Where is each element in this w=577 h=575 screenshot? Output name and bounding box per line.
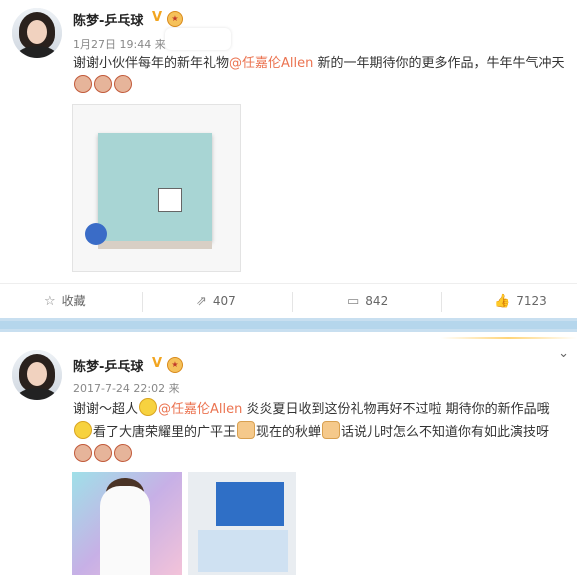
thumbs-up-emoji-icon: [237, 421, 256, 439]
ox-emoji-icon: [94, 75, 112, 93]
favorite-button[interactable]: ☆ 收藏: [44, 284, 86, 319]
verified-badge: V: [152, 356, 163, 371]
post-timestamp[interactable]: 2017-7-24 22:02 来: [73, 380, 180, 396]
comment-button[interactable]: ▭ 842: [347, 284, 388, 319]
thumbs-up-emoji-icon: [322, 421, 341, 439]
avatar[interactable]: [12, 350, 62, 400]
verified-badge: V: [152, 10, 163, 25]
author-name[interactable]: 陈梦-乒乓球: [73, 10, 143, 29]
weibo-post: 陈梦-乒乓球 V ★ 1月27日 19:44 来 谢谢小伙伴每年的新年礼物@任嘉…: [0, 0, 577, 318]
card-decoration: [440, 337, 577, 339]
medal-icon: ★: [167, 357, 183, 373]
thumbs-up-icon: 👍: [494, 294, 511, 309]
post-divider: [0, 318, 577, 332]
ox-emoji-icon: [114, 75, 132, 93]
post-text: 谢谢小伙伴每年的新年礼物@任嘉伦Allen 新的一年期待你的更多作品，牛年牛气冲…: [73, 52, 568, 98]
post-image[interactable]: [72, 104, 241, 272]
emoji-icon: [74, 444, 92, 462]
avatar[interactable]: [12, 8, 62, 58]
mention-link[interactable]: @任嘉伦Allen: [229, 56, 313, 71]
star-icon: ☆: [44, 294, 56, 309]
medal-icon: ★: [167, 11, 183, 27]
emoji-icon: [114, 444, 132, 462]
repost-button[interactable]: ⇗ 407: [196, 284, 236, 319]
post-image[interactable]: [72, 472, 182, 575]
laugh-emoji-icon: [139, 398, 158, 416]
post-action-bar: ☆ 收藏 ⇗ 407 ▭ 842 👍 7123: [0, 283, 577, 319]
post-timestamp[interactable]: 1月27日 19:44 来: [73, 36, 166, 52]
like-button[interactable]: 👍 7123: [494, 284, 547, 319]
author-name[interactable]: 陈梦-乒乓球: [73, 356, 143, 375]
ox-emoji-icon: [74, 75, 92, 93]
redaction-mark: [165, 28, 231, 50]
post-text: 谢谢～超人 @任嘉伦Allen 炎炎夏日收到这份礼物再好不过啦 期待你的新作品哦看…: [73, 398, 568, 467]
chevron-down-icon[interactable]: ⌄: [558, 346, 569, 361]
emoji-icon: [94, 444, 112, 462]
mention-link[interactable]: @任嘉伦Allen: [158, 402, 242, 417]
post-image[interactable]: [188, 472, 296, 575]
repost-icon: ⇗: [196, 294, 207, 309]
smile-emoji-icon: [74, 421, 92, 439]
comment-icon: ▭: [347, 294, 360, 309]
